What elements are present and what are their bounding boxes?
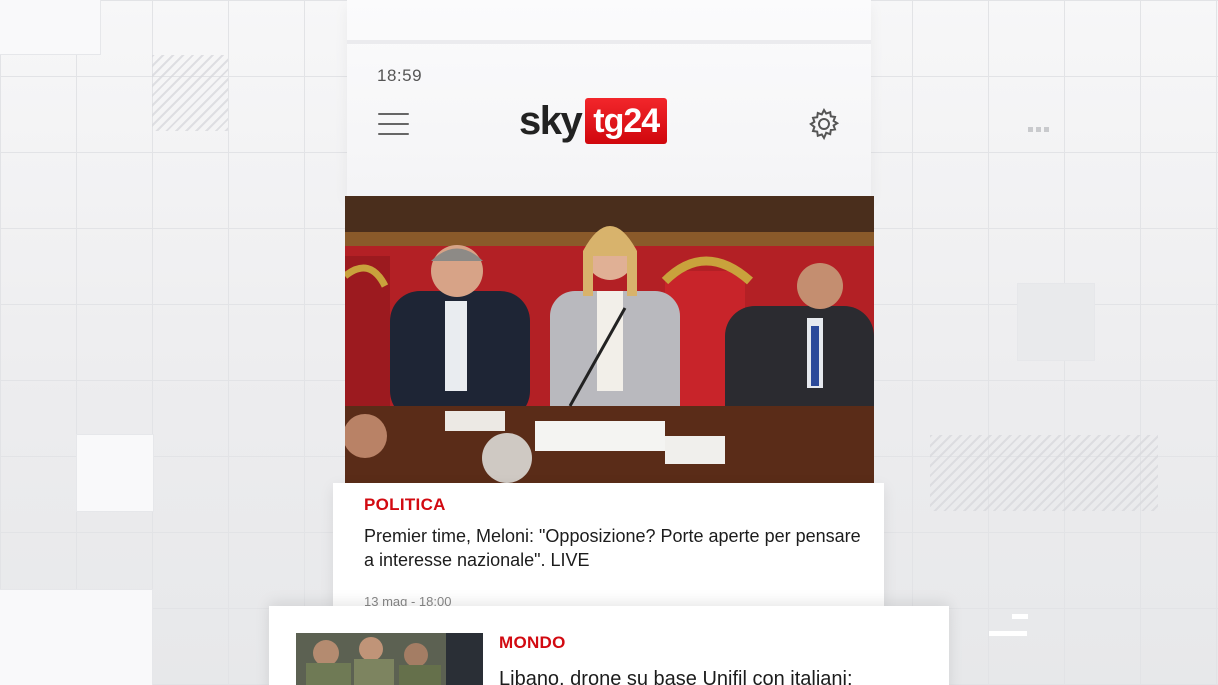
news-headline[interactable]: Premier time, Meloni: "Opposizione? Port… bbox=[364, 524, 864, 572]
background-hatch bbox=[930, 435, 1158, 511]
logo-tg24: tg24 bbox=[585, 98, 668, 144]
background-hatch bbox=[152, 55, 228, 131]
news-card[interactable]: MONDO Libano, drone su base Unifil con i… bbox=[269, 606, 949, 685]
hero-image[interactable] bbox=[345, 196, 874, 483]
background-tile bbox=[0, 590, 152, 685]
hamburger-menu-icon[interactable] bbox=[378, 113, 409, 135]
header-band bbox=[347, 40, 871, 44]
news-card[interactable]: POLITICA Premier time, Meloni: "Opposizi… bbox=[333, 483, 884, 609]
app-header: 18:59 sky tg24 bbox=[347, 0, 871, 196]
skytg24-logo[interactable]: sky tg24 bbox=[519, 97, 668, 145]
news-thumbnail[interactable] bbox=[296, 633, 483, 685]
news-category[interactable]: POLITICA bbox=[364, 495, 446, 515]
news-category[interactable]: MONDO bbox=[499, 633, 566, 653]
background-tile bbox=[77, 435, 153, 511]
news-headline[interactable]: Libano, drone su base Unifil con italian… bbox=[499, 666, 929, 685]
background-dots bbox=[1028, 127, 1049, 132]
status-time: 18:59 bbox=[377, 66, 423, 85]
background-dash bbox=[1012, 614, 1028, 619]
background-tile bbox=[0, 0, 100, 54]
gear-icon[interactable] bbox=[807, 107, 841, 141]
logo-sky: sky bbox=[519, 98, 583, 143]
background-tile bbox=[1018, 284, 1094, 360]
background-dash bbox=[989, 631, 1027, 636]
